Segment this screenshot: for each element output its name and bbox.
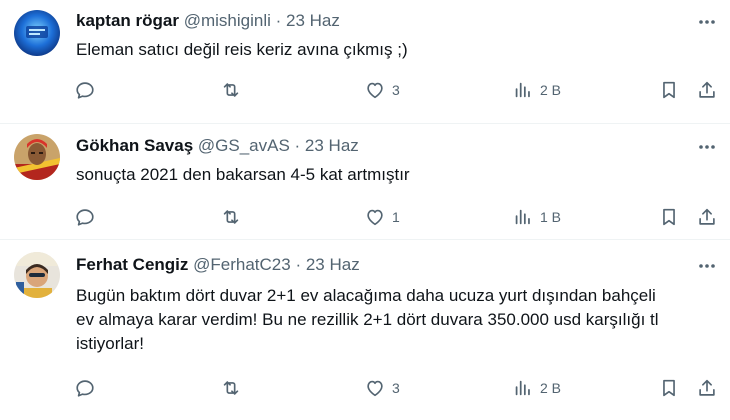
share-icon (696, 206, 718, 228)
retweet-button[interactable] (220, 204, 242, 230)
like-button[interactable]: 3 (364, 375, 400, 401)
like-icon (364, 206, 386, 228)
author-handle[interactable]: @FerhatC23 (193, 255, 291, 274)
retweet-icon (220, 206, 242, 228)
author-handle[interactable]: @GS_avAS (198, 136, 290, 155)
like-button[interactable]: 1 (364, 204, 400, 230)
tweet[interactable]: kaptan rögar @mishiginli · 23 Haz Eleman… (0, 0, 730, 124)
reply-button[interactable] (74, 77, 96, 103)
more-icon[interactable] (696, 255, 718, 277)
retweet-icon (220, 377, 242, 399)
bookmark-button[interactable] (658, 77, 680, 103)
views-button[interactable]: 2 B (512, 77, 561, 103)
action-bar: 3 2 B (74, 375, 724, 401)
like-icon (364, 377, 386, 399)
bookmark-button[interactable] (658, 375, 680, 401)
author-handle[interactable]: @mishiginli (184, 11, 271, 30)
separator-dot: · (290, 255, 306, 274)
bookmark-icon (658, 206, 680, 228)
share-button[interactable] (696, 77, 718, 103)
more-icon[interactable] (696, 11, 718, 33)
like-icon (364, 79, 386, 101)
share-icon (696, 79, 718, 101)
reply-button[interactable] (74, 204, 96, 230)
tweet-date[interactable]: 23 Haz (305, 136, 359, 155)
share-button[interactable] (696, 375, 718, 401)
tweet[interactable]: Gökhan Savaş @GS_avAS · 23 Haz sonuçta 2… (0, 124, 730, 240)
views-count: 1 B (540, 209, 562, 225)
like-button[interactable]: 3 (364, 77, 400, 103)
retweet-icon (220, 79, 242, 101)
author-name[interactable]: kaptan rögar (76, 11, 179, 30)
tweet-header: kaptan rögar @mishiginli · 23 Haz (76, 10, 340, 32)
action-bar: 1 1 B (74, 204, 724, 230)
author-name[interactable]: Gökhan Savaş (76, 136, 193, 155)
reply-icon (74, 206, 96, 228)
bookmark-icon (658, 79, 680, 101)
bookmark-button[interactable] (658, 204, 680, 230)
tweet-text: sonuçta 2021 den bakarsan 4-5 kat artmış… (76, 165, 410, 184)
reply-icon (74, 79, 96, 101)
views-icon (512, 377, 534, 399)
tweet-date[interactable]: 23 Haz (286, 11, 340, 30)
views-icon (512, 79, 534, 101)
separator-dot: · (289, 136, 305, 155)
tweet-date[interactable]: 23 Haz (306, 255, 360, 274)
share-button[interactable] (696, 204, 718, 230)
views-button[interactable]: 2 B (512, 375, 561, 401)
reply-icon (74, 377, 96, 399)
tweet-text: Eleman satıcı değil reis keriz avına çık… (76, 40, 408, 59)
avatar[interactable] (14, 252, 60, 298)
views-count: 2 B (540, 82, 562, 98)
avatar[interactable] (14, 134, 60, 180)
tweet-text: Bugün baktım dört duvar 2+1 ev alacağıma… (76, 286, 659, 353)
tweet-header: Ferhat Cengiz @FerhatC23 · 23 Haz (76, 254, 360, 276)
retweet-button[interactable] (220, 375, 242, 401)
separator-dot: · (270, 11, 286, 30)
views-count: 2 B (540, 380, 562, 396)
tweet-header: Gökhan Savaş @GS_avAS · 23 Haz (76, 135, 359, 157)
share-icon (696, 377, 718, 399)
reply-button[interactable] (74, 375, 96, 401)
bookmark-icon (658, 377, 680, 399)
views-icon (512, 206, 534, 228)
author-name[interactable]: Ferhat Cengiz (76, 255, 188, 274)
tweet[interactable]: Ferhat Cengiz @FerhatC23 · 23 Haz Bugün … (0, 240, 730, 420)
like-count: 3 (392, 82, 400, 98)
more-icon[interactable] (696, 136, 718, 158)
like-count: 3 (392, 380, 400, 396)
retweet-button[interactable] (220, 77, 242, 103)
like-count: 1 (392, 209, 400, 225)
avatar[interactable] (14, 10, 60, 56)
views-button[interactable]: 1 B (512, 204, 561, 230)
action-bar: 3 2 B (74, 77, 724, 103)
